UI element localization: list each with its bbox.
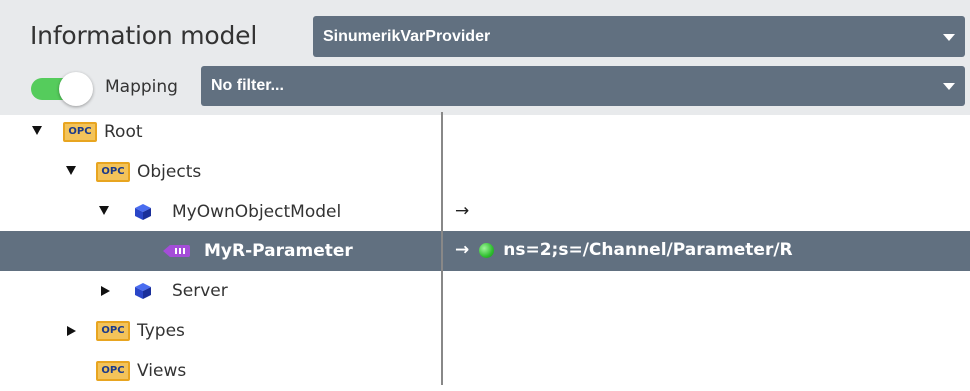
expand-arrow-icon[interactable] (32, 126, 42, 135)
mapping-toggle[interactable] (31, 72, 93, 106)
mapping-arrow-icon: → (455, 240, 470, 260)
mapping-cell: → (455, 201, 479, 221)
tree-node-label: MyR-Parameter (204, 241, 353, 261)
toggle-knob (59, 72, 93, 106)
object-cube-icon (135, 204, 151, 220)
mapping-cell: → ns=2;s=/Channel/Parameter/R (455, 240, 793, 260)
tree-row-objects[interactable]: OPC Objects (0, 152, 970, 192)
chevron-down-icon (943, 83, 955, 90)
tree-node-label: Views (137, 361, 187, 381)
tree-row-views[interactable]: OPC Views (0, 351, 970, 391)
provider-select[interactable]: SinumerikVarProvider (313, 16, 965, 57)
tree-node-label: Root (104, 122, 143, 142)
opc-folder-icon: OPC (96, 321, 130, 341)
mapping-arrow-icon: → (455, 201, 470, 221)
opc-folder-icon: OPC (96, 361, 130, 381)
expand-arrow-icon[interactable] (66, 166, 76, 175)
opc-folder-icon: OPC (96, 162, 130, 182)
tree-row-server[interactable]: Server (0, 271, 970, 311)
page-title: Information model (30, 21, 258, 50)
tree-node-label: MyOwnObjectModel (172, 202, 342, 222)
tree-row-myr-parameter[interactable]: MyR-Parameter → ns=2;s=/Channel/Paramete… (0, 231, 970, 271)
tree-row-types[interactable]: OPC Types (0, 311, 970, 351)
provider-select-value: SinumerikVarProvider (323, 27, 491, 45)
mapping-node-id: ns=2;s=/Channel/Parameter/R (503, 240, 793, 260)
expand-arrow-icon[interactable] (99, 206, 109, 215)
tree-row-root[interactable]: OPC Root (0, 112, 970, 152)
object-cube-icon (135, 283, 151, 299)
header-bar: Information model SinumerikVarProvider M… (0, 0, 970, 115)
information-model-tree: OPC Root OPC Objects MyOwnObjectModel → … (0, 112, 970, 385)
mapping-label: Mapping (105, 77, 178, 97)
filter-select-value: No filter... (211, 77, 284, 94)
tree-node-label: Server (172, 281, 228, 301)
chevron-down-icon (943, 33, 955, 41)
collapse-arrow-icon[interactable] (101, 286, 110, 296)
variable-icon (163, 245, 190, 257)
column-divider[interactable] (441, 112, 443, 385)
tree-row-myownobjectmodel[interactable]: MyOwnObjectModel → (0, 192, 970, 232)
opc-folder-icon: OPC (63, 122, 97, 142)
collapse-arrow-icon[interactable] (67, 326, 76, 336)
status-connected-icon (479, 242, 495, 258)
filter-select[interactable]: No filter... (201, 66, 965, 106)
tree-node-label: Types (137, 321, 185, 341)
tree-node-label: Objects (137, 162, 202, 182)
